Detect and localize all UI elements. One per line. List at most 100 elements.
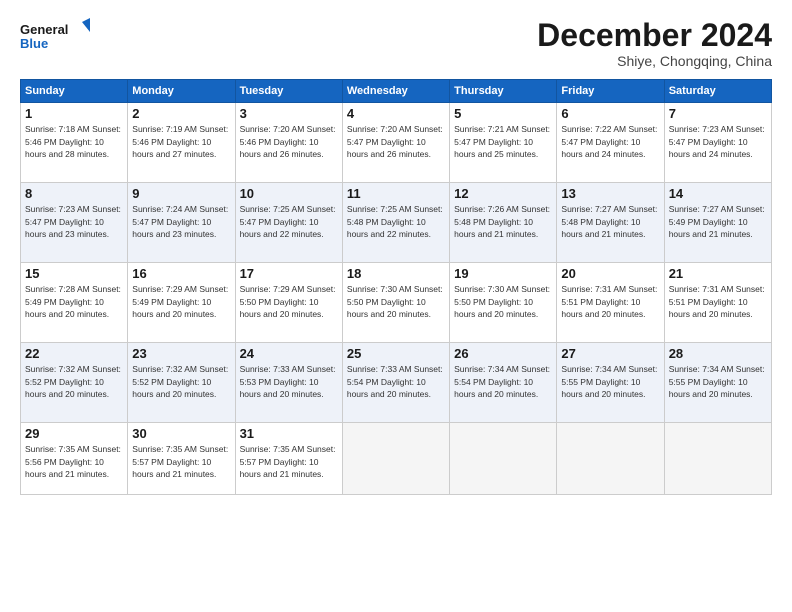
day-info: Sunrise: 7:29 AM Sunset: 5:50 PM Dayligh…: [240, 283, 338, 320]
day-number: 18: [347, 266, 445, 281]
calendar-cell: 12 Sunrise: 7:26 AM Sunset: 5:48 PM Dayli…: [450, 183, 557, 263]
calendar-day-header: Wednesday: [342, 80, 449, 103]
calendar-cell: 14Sunrise: 7:27 AM Sunset: 5:49 PM Dayli…: [664, 183, 771, 263]
day-number: 22: [25, 346, 123, 361]
calendar-cell: 24Sunrise: 7:33 AM Sunset: 5:53 PM Dayli…: [235, 343, 342, 423]
calendar-cell: 10 Sunrise: 7:25 AM Sunset: 5:47 PM Dayli…: [235, 183, 342, 263]
calendar-cell: [557, 423, 664, 495]
calendar-cell: 19 Sunrise: 7:30 AM Sunset: 5:50 PM Dayli…: [450, 263, 557, 343]
svg-text:Blue: Blue: [20, 36, 48, 51]
day-number: 9: [132, 186, 230, 201]
day-number: 5: [454, 106, 552, 121]
day-number: 4: [347, 106, 445, 121]
day-info: Sunrise: 7:32 AM Sunset: 5:52 PM Dayligh…: [25, 363, 123, 400]
day-info: Sunrise: 7:23 AM Sunset: 5:47 PM Dayligh…: [25, 203, 123, 240]
calendar-cell: 21 Sunrise: 7:31 AM Sunset: 5:51 PM Dayli…: [664, 263, 771, 343]
day-info: Sunrise: 7:23 AM Sunset: 5:47 PM Dayligh…: [669, 123, 767, 160]
calendar-cell: 8 Sunrise: 7:23 AM Sunset: 5:47 PM Daylig…: [21, 183, 128, 263]
calendar-cell: 11Sunrise: 7:25 AM Sunset: 5:48 PM Dayli…: [342, 183, 449, 263]
calendar-cell: [450, 423, 557, 495]
calendar-cell: 23 Sunrise: 7:32 AM Sunset: 5:52 PM Dayli…: [128, 343, 235, 423]
day-info: Sunrise: 7:30 AM Sunset: 5:50 PM Dayligh…: [347, 283, 445, 320]
day-info: Sunrise: 7:21 AM Sunset: 5:47 PM Dayligh…: [454, 123, 552, 160]
month-title: December 2024: [537, 18, 772, 53]
day-info: Sunrise: 7:31 AM Sunset: 5:51 PM Dayligh…: [669, 283, 767, 320]
day-info: Sunrise: 7:22 AM Sunset: 5:47 PM Dayligh…: [561, 123, 659, 160]
calendar-cell: 31Sunrise: 7:35 AM Sunset: 5:57 PM Dayli…: [235, 423, 342, 495]
day-number: 13: [561, 186, 659, 201]
logo-svg: General Blue: [20, 18, 90, 58]
day-info: Sunrise: 7:35 AM Sunset: 5:57 PM Dayligh…: [240, 443, 338, 480]
day-info: Sunrise: 7:30 AM Sunset: 5:50 PM Dayligh…: [454, 283, 552, 320]
calendar-day-header: Tuesday: [235, 80, 342, 103]
day-info: Sunrise: 7:25 AM Sunset: 5:47 PM Dayligh…: [240, 203, 338, 240]
day-info: Sunrise: 7:20 AM Sunset: 5:47 PM Dayligh…: [347, 123, 445, 160]
day-info: Sunrise: 7:35 AM Sunset: 5:57 PM Dayligh…: [132, 443, 230, 480]
calendar-cell: 22 Sunrise: 7:32 AM Sunset: 5:52 PM Dayli…: [21, 343, 128, 423]
day-number: 30: [132, 426, 230, 441]
day-number: 23: [132, 346, 230, 361]
day-info: Sunrise: 7:34 AM Sunset: 5:55 PM Dayligh…: [669, 363, 767, 400]
calendar-cell: 26Sunrise: 7:34 AM Sunset: 5:54 PM Dayli…: [450, 343, 557, 423]
day-number: 11: [347, 186, 445, 201]
calendar-cell: 16 Sunrise: 7:29 AM Sunset: 5:49 PM Dayli…: [128, 263, 235, 343]
calendar-week-row: 15Sunrise: 7:28 AM Sunset: 5:49 PM Dayli…: [21, 263, 772, 343]
calendar-cell: 5 Sunrise: 7:21 AM Sunset: 5:47 PM Daylig…: [450, 103, 557, 183]
day-info: Sunrise: 7:19 AM Sunset: 5:46 PM Dayligh…: [132, 123, 230, 160]
day-number: 12: [454, 186, 552, 201]
day-number: 26: [454, 346, 552, 361]
calendar-cell: 25Sunrise: 7:33 AM Sunset: 5:54 PM Dayli…: [342, 343, 449, 423]
calendar-cell: 6 Sunrise: 7:22 AM Sunset: 5:47 PM Daylig…: [557, 103, 664, 183]
calendar-table: SundayMondayTuesdayWednesdayThursdayFrid…: [20, 79, 772, 495]
day-number: 15: [25, 266, 123, 281]
calendar-cell: 27Sunrise: 7:34 AM Sunset: 5:55 PM Dayli…: [557, 343, 664, 423]
calendar-week-row: 1Sunrise: 7:18 AM Sunset: 5:46 PM Daylig…: [21, 103, 772, 183]
day-info: Sunrise: 7:32 AM Sunset: 5:52 PM Dayligh…: [132, 363, 230, 400]
day-number: 8: [25, 186, 123, 201]
day-info: Sunrise: 7:31 AM Sunset: 5:51 PM Dayligh…: [561, 283, 659, 320]
title-block: December 2024 Shiye, Chongqing, China: [537, 18, 772, 69]
calendar-cell: [664, 423, 771, 495]
logo: General Blue: [20, 18, 90, 58]
day-info: Sunrise: 7:29 AM Sunset: 5:49 PM Dayligh…: [132, 283, 230, 320]
day-number: 29: [25, 426, 123, 441]
subtitle: Shiye, Chongqing, China: [537, 53, 772, 69]
calendar-header-row: SundayMondayTuesdayWednesdayThursdayFrid…: [21, 80, 772, 103]
day-number: 17: [240, 266, 338, 281]
calendar-cell: 28 Sunrise: 7:34 AM Sunset: 5:55 PM Dayli…: [664, 343, 771, 423]
day-number: 20: [561, 266, 659, 281]
calendar-cell: 9Sunrise: 7:24 AM Sunset: 5:47 PM Daylig…: [128, 183, 235, 263]
calendar-day-header: Sunday: [21, 80, 128, 103]
calendar-day-header: Monday: [128, 80, 235, 103]
calendar-cell: 13 Sunrise: 7:27 AM Sunset: 5:48 PM Dayli…: [557, 183, 664, 263]
calendar-day-header: Saturday: [664, 80, 771, 103]
svg-text:General: General: [20, 22, 68, 37]
calendar-cell: 15Sunrise: 7:28 AM Sunset: 5:49 PM Dayli…: [21, 263, 128, 343]
day-number: 2: [132, 106, 230, 121]
day-info: Sunrise: 7:33 AM Sunset: 5:54 PM Dayligh…: [347, 363, 445, 400]
calendar-cell: 20 Sunrise: 7:31 AM Sunset: 5:51 PM Dayli…: [557, 263, 664, 343]
day-number: 19: [454, 266, 552, 281]
calendar-cell: 30 Sunrise: 7:35 AM Sunset: 5:57 PM Dayli…: [128, 423, 235, 495]
day-info: Sunrise: 7:27 AM Sunset: 5:49 PM Dayligh…: [669, 203, 767, 240]
day-info: Sunrise: 7:26 AM Sunset: 5:48 PM Dayligh…: [454, 203, 552, 240]
day-info: Sunrise: 7:33 AM Sunset: 5:53 PM Dayligh…: [240, 363, 338, 400]
calendar-week-row: 8 Sunrise: 7:23 AM Sunset: 5:47 PM Daylig…: [21, 183, 772, 263]
calendar-cell: 18 Sunrise: 7:30 AM Sunset: 5:50 PM Dayli…: [342, 263, 449, 343]
header: General Blue December 2024 Shiye, Chongq…: [20, 18, 772, 69]
calendar-cell: 1Sunrise: 7:18 AM Sunset: 5:46 PM Daylig…: [21, 103, 128, 183]
day-number: 28: [669, 346, 767, 361]
day-info: Sunrise: 7:18 AM Sunset: 5:46 PM Dayligh…: [25, 123, 123, 160]
calendar-week-row: 29 Sunrise: 7:35 AM Sunset: 5:56 PM Dayli…: [21, 423, 772, 495]
day-info: Sunrise: 7:20 AM Sunset: 5:46 PM Dayligh…: [240, 123, 338, 160]
day-number: 16: [132, 266, 230, 281]
day-number: 6: [561, 106, 659, 121]
day-info: Sunrise: 7:27 AM Sunset: 5:48 PM Dayligh…: [561, 203, 659, 240]
day-info: Sunrise: 7:35 AM Sunset: 5:56 PM Dayligh…: [25, 443, 123, 480]
day-number: 7: [669, 106, 767, 121]
calendar-cell: 3Sunrise: 7:20 AM Sunset: 5:46 PM Daylig…: [235, 103, 342, 183]
calendar-cell: 2 Sunrise: 7:19 AM Sunset: 5:46 PM Daylig…: [128, 103, 235, 183]
day-number: 21: [669, 266, 767, 281]
calendar-cell: 17 Sunrise: 7:29 AM Sunset: 5:50 PM Dayli…: [235, 263, 342, 343]
day-number: 10: [240, 186, 338, 201]
